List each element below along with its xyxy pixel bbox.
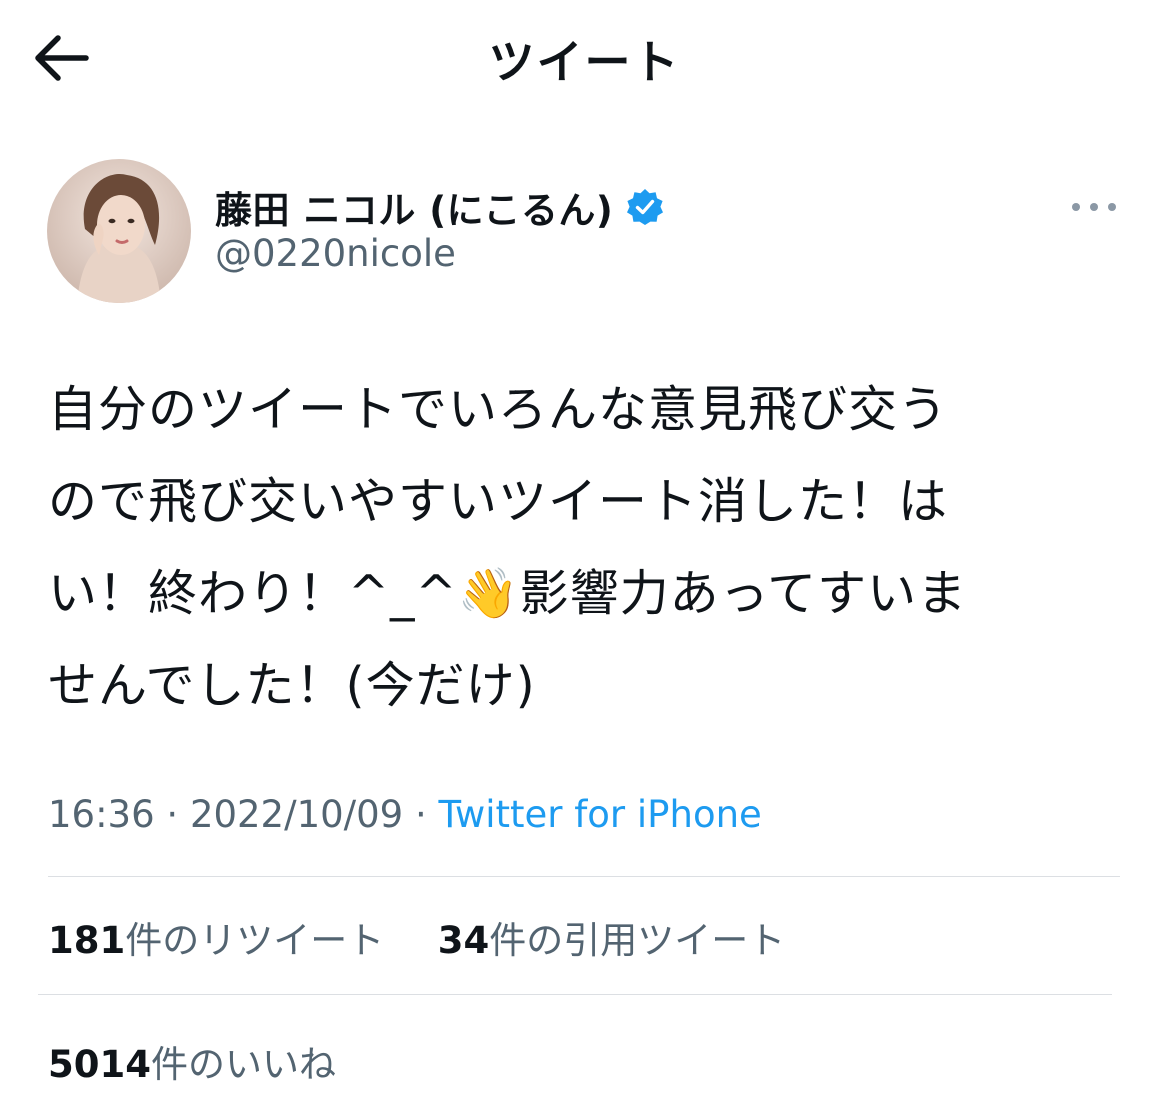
avatar[interactable] <box>47 159 191 303</box>
quotes-count: 34 <box>437 919 490 962</box>
meta-separator: · <box>166 793 179 836</box>
likes-row: 5014件のいいね <box>48 1034 336 1088</box>
user-handle[interactable]: @0220nicole <box>215 232 456 275</box>
divider <box>48 876 1120 877</box>
top-bar: ツイート <box>0 0 1169 115</box>
more-dots-icon <box>1072 203 1116 211</box>
user-name-row[interactable]: 藤田 ニコル (にこるん) <box>215 180 665 234</box>
likes-stat[interactable]: 5014件のいいね <box>48 1043 336 1086</box>
tweet-meta: 16:36 · 2022/10/09 · Twitter for iPhone <box>48 793 762 836</box>
page-title: ツイート <box>488 35 681 89</box>
likes-label: 件のいいね <box>150 1043 336 1086</box>
retweets-label: 件のリツイート <box>125 919 385 962</box>
meta-separator: · <box>414 793 427 836</box>
retweets-count: 181 <box>48 919 126 962</box>
quotes-label: 件の引用ツイート <box>489 919 786 962</box>
divider <box>38 994 1112 995</box>
verified-badge-icon <box>627 189 664 225</box>
more-button[interactable] <box>1068 196 1120 218</box>
display-name[interactable]: 藤田 ニコル (にこるん) <box>215 180 613 234</box>
likes-count: 5014 <box>48 1043 151 1086</box>
tweet-date: 2022/10/09 <box>189 793 404 836</box>
tweet-time: 16:36 <box>48 793 155 836</box>
tweet-source-link[interactable]: Twitter for iPhone <box>439 793 762 836</box>
retweets-stat[interactable]: 181件のリツイート <box>48 919 384 962</box>
tweet-text: 自分のツイートでいろんな意見飛び交う ので飛び交いやすいツイート消した！は い！… <box>48 381 968 714</box>
stats-row: 181件のリツイート 34件の引用ツイート <box>48 910 785 964</box>
quotes-stat[interactable]: 34件の引用ツイート <box>438 919 786 962</box>
